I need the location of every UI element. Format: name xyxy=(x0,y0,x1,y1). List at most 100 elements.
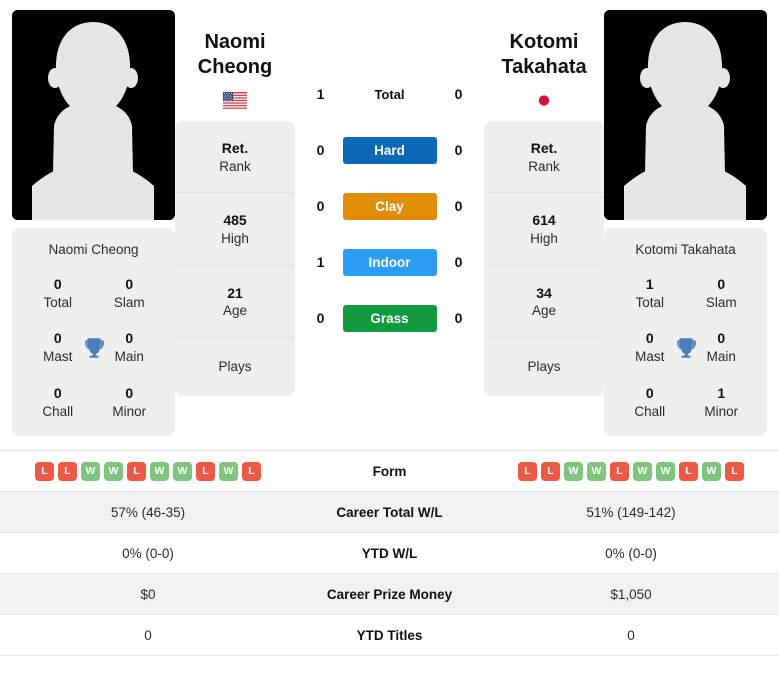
h2h-hard-badge-wrap: Hard xyxy=(342,136,437,164)
left-plays-label: Plays xyxy=(218,358,252,374)
right-rank-label: Rank xyxy=(528,159,560,175)
right-player-photo[interactable] xyxy=(604,10,767,220)
stats-row-form: LLWWLWWLWL Form LLWWLWWLWL xyxy=(0,450,779,492)
left-title-slam-value: 0 xyxy=(125,276,134,292)
left-age-cell: 21 Age xyxy=(175,266,295,338)
right-title-chall-value: 0 xyxy=(645,384,654,401)
right-rank-cell: Ret. Rank xyxy=(484,121,604,194)
right-titles-card: Kotomi Takahata 1 Total 0 Slam 0 Mast 0 … xyxy=(604,228,767,437)
left-title-stat: 0 Chall xyxy=(22,384,94,420)
h2h-clay-badge-wrap: Clay xyxy=(342,192,437,220)
form-result-pill[interactable]: L xyxy=(610,461,629,481)
form-result-pill[interactable]: W xyxy=(633,461,652,481)
form-result-pill[interactable]: W xyxy=(702,461,721,481)
left-title-total-value: 0 xyxy=(53,276,62,292)
right-high-value: 614 xyxy=(532,212,556,229)
form-result-pill[interactable]: L xyxy=(541,461,560,481)
right-title-stat: 1 Total xyxy=(614,275,686,311)
form-left-cell: LLWWLWWLWL xyxy=(0,450,296,492)
form-result-pill[interactable]: L xyxy=(35,461,54,481)
player-silhouette-icon xyxy=(604,10,767,220)
h2h-grass-right-score: 0 xyxy=(454,310,463,326)
left-title-chall-label: Chall xyxy=(42,403,74,419)
left-player-name-line2: Cheong xyxy=(197,56,273,79)
right-player-heading-column: Kotomi Takahata Ret. Rank 614 High 34 Ag… xyxy=(484,10,604,396)
surface-badge-hard[interactable]: Hard xyxy=(342,136,437,164)
form-right-cell: LLWWLWWLWL xyxy=(483,450,779,492)
form-result-pill[interactable]: W xyxy=(656,461,675,481)
h2h-hard-right-score: 0 xyxy=(454,142,463,158)
right-title-chall-label: Chall xyxy=(634,403,666,419)
form-result-pill[interactable]: L xyxy=(725,461,744,481)
h2h-hard-left-score: 0 xyxy=(316,142,325,158)
form-result-pill[interactable]: L xyxy=(242,461,261,481)
h2h-indoor-right-score: 0 xyxy=(454,254,463,270)
player-silhouette-icon xyxy=(12,10,175,220)
us-flag-icon xyxy=(223,92,247,110)
right-player-column: Kotomi Takahata 1 Total 0 Slam 0 Mast 0 … xyxy=(604,10,767,437)
stats-row-ytd-titles: 0 YTD Titles 0 xyxy=(0,614,779,657)
stats-row-prize-money: $0 Career Prize Money $1,050 xyxy=(0,573,779,615)
h2h-row-grass: 0 Grass 0 xyxy=(295,290,484,346)
form-result-pill[interactable]: W xyxy=(104,461,123,481)
right-titles-player-name: Kotomi Takahata xyxy=(635,242,736,257)
stats-label-form: Form xyxy=(296,450,483,492)
form-result-pill[interactable]: L xyxy=(196,461,215,481)
h2h-clay-left-score: 0 xyxy=(316,198,325,214)
right-rank-value: Ret. xyxy=(530,140,558,157)
trophy-icon xyxy=(81,335,107,361)
right-age-value: 34 xyxy=(536,284,552,301)
left-high-label: High xyxy=(221,231,249,247)
form-result-pill[interactable]: W xyxy=(81,461,100,481)
player-comparison-area: Naomi Cheong 0 Total 0 Slam 0 Mast 0 Mai… xyxy=(0,0,779,437)
h2h-row-indoor: 1 Indoor 0 xyxy=(295,234,484,290)
ytd-titles-right: 0 xyxy=(483,614,779,657)
left-title-stat: 0 Slam xyxy=(94,275,166,311)
prize-money-right: $1,050 xyxy=(483,573,779,615)
left-titles-player-name: Naomi Cheong xyxy=(48,242,139,257)
right-titles-grid: 1 Total 0 Slam 0 Mast 0 Main 0 Chall 1 M… xyxy=(614,275,757,420)
left-rank-card: Ret. Rank 485 High 21 Age Plays xyxy=(175,121,295,396)
right-player-name-line2: Takahata xyxy=(501,56,587,79)
form-result-pill[interactable]: L xyxy=(518,461,537,481)
ytd-wl-left: 0% (0-0) xyxy=(0,532,296,574)
h2h-clay-right-score: 0 xyxy=(454,198,463,214)
form-result-pill[interactable]: W xyxy=(150,461,169,481)
left-title-stat: 0 Total xyxy=(22,275,94,311)
stats-label-prize-money: Career Prize Money xyxy=(296,573,483,615)
left-player-photo[interactable] xyxy=(12,10,175,220)
right-title-total-label: Total xyxy=(635,294,665,310)
stats-label-ytd-titles: YTD Titles xyxy=(296,614,483,657)
stats-row-career-wl: 57% (46-35) Career Total W/L 51% (149-14… xyxy=(0,491,779,533)
left-rank-label: Rank xyxy=(219,159,251,175)
right-form-strip: LLWWLWWLWL xyxy=(489,461,773,481)
left-rank-cell: Ret. Rank xyxy=(175,121,295,194)
form-result-pill[interactable]: L xyxy=(58,461,77,481)
form-result-pill[interactable]: W xyxy=(587,461,606,481)
h2h-row-total: 1 Total 0 xyxy=(295,66,484,122)
left-title-minor-label: Minor xyxy=(112,403,147,419)
left-player-name-line1: Naomi xyxy=(204,31,266,53)
left-high-value: 485 xyxy=(223,212,247,229)
left-title-slam-label: Slam xyxy=(113,294,145,310)
form-result-pill[interactable]: W xyxy=(564,461,583,481)
career-wl-right: 51% (149-142) xyxy=(483,491,779,533)
japan-flag-icon xyxy=(532,92,556,110)
right-title-slam-label: Slam xyxy=(705,294,737,310)
right-title-stat: 1 Minor xyxy=(686,384,758,420)
surface-badge-clay[interactable]: Clay xyxy=(342,192,437,220)
comparison-stats-table: LLWWLWWLWL Form LLWWLWWLWL 57% (46-35) C… xyxy=(0,450,779,657)
form-result-pill[interactable]: W xyxy=(173,461,192,481)
surface-badge-indoor[interactable]: Indoor xyxy=(342,248,437,276)
right-age-label: Age xyxy=(531,303,557,319)
left-titles-grid: 0 Total 0 Slam 0 Mast 0 Main 0 Chall 0 M… xyxy=(22,275,165,420)
h2h-row-hard: 0 Hard 0 xyxy=(295,122,484,178)
form-result-pill[interactable]: L xyxy=(127,461,146,481)
surface-badge-grass[interactable]: Grass xyxy=(342,304,437,332)
right-title-total-value: 1 xyxy=(645,276,654,292)
h2h-row-clay: 0 Clay 0 xyxy=(295,178,484,234)
left-title-minor-value: 0 xyxy=(125,384,134,401)
form-result-pill[interactable]: W xyxy=(219,461,238,481)
form-result-pill[interactable]: L xyxy=(679,461,698,481)
right-title-minor-label: Minor xyxy=(704,403,739,419)
